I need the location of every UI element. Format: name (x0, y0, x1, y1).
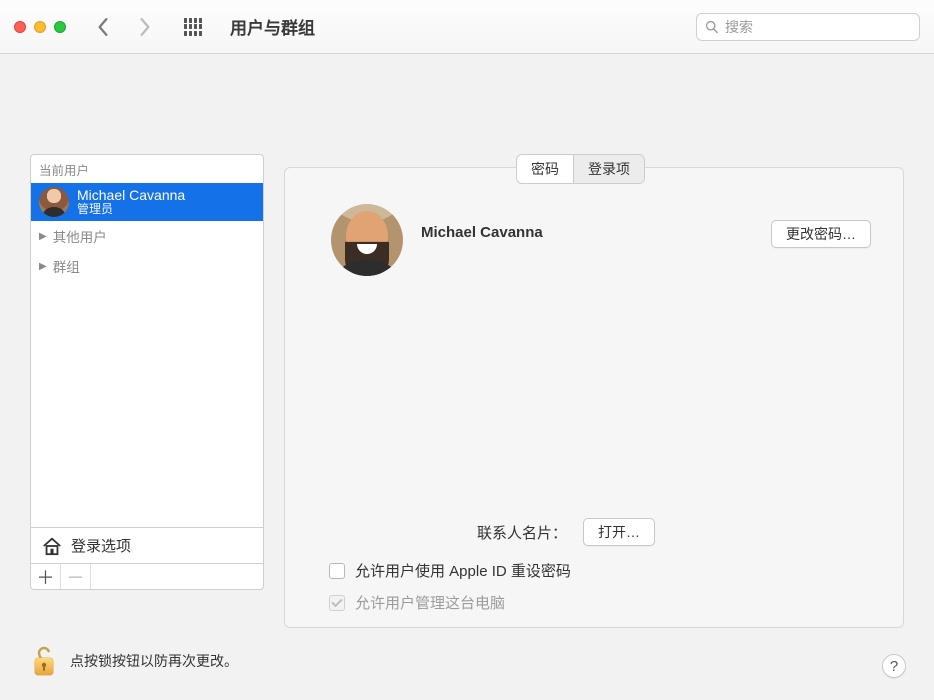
change-password-button[interactable]: 更改密码… (771, 220, 871, 248)
window-controls (14, 21, 66, 33)
user-sidebar: 当前用户 Michael Cavanna 管理员 ▶ 其他用户 ▶ 群组 登录选… (30, 154, 264, 564)
main-area: 密码 登录项 当前用户 Michael Cavanna 管理员 ▶ 其他用户 ▶… (0, 54, 934, 700)
tab-login-items[interactable]: 登录项 (574, 155, 644, 183)
checkbox-admin-computer: 允许用户管理这台电脑 (329, 592, 505, 613)
sidebar-item-groups[interactable]: ▶ 群组 (31, 251, 263, 281)
disclosure-triangle-icon: ▶ (39, 261, 47, 272)
sidebar-user-name: Michael Cavanna (77, 188, 185, 203)
checkbox-icon (329, 595, 345, 611)
footer: 点按锁按钮以防再次更改。 (30, 644, 238, 678)
close-window-button[interactable] (14, 21, 26, 33)
search-input[interactable] (725, 19, 911, 35)
help-button[interactable]: ? (882, 654, 906, 678)
zoom-window-button[interactable] (54, 21, 66, 33)
lock-hint-text: 点按锁按钮以防再次更改。 (70, 651, 238, 671)
sidebar-selected-user[interactable]: Michael Cavanna 管理员 (31, 183, 263, 221)
contacts-card-label: 联系人名片： (477, 522, 567, 543)
open-contacts-button[interactable]: 打开… (583, 518, 655, 546)
content-panel: Michael Cavanna 更改密码… 联系人名片： 打开… 允许用户使用 … (284, 167, 904, 628)
sidebar-user-role: 管理员 (77, 203, 185, 216)
unlocked-lock-icon[interactable] (30, 644, 58, 678)
sidebar-item-label: 群组 (53, 256, 80, 276)
add-user-button[interactable]: ＋ (31, 564, 61, 589)
back-button[interactable] (88, 12, 118, 42)
avatar-small (39, 187, 69, 217)
search-field[interactable] (696, 13, 920, 41)
tab-bar: 密码 登录项 (516, 154, 645, 184)
sidebar-add-remove: ＋ － (30, 564, 264, 590)
remove-user-button[interactable]: － (61, 564, 91, 589)
user-display-name: Michael Cavanna (421, 224, 543, 241)
login-options-label: 登录选项 (71, 535, 131, 556)
disclosure-triangle-icon: ▶ (39, 231, 47, 242)
checkbox-apple-id-reset[interactable]: 允许用户使用 Apple ID 重设密码 (329, 560, 571, 581)
titlebar: 用户与群组 (0, 0, 934, 54)
sidebar-item-label: 其他用户 (53, 226, 107, 246)
checkbox-label: 允许用户使用 Apple ID 重设密码 (355, 560, 571, 581)
login-options-button[interactable]: 登录选项 (31, 527, 263, 563)
search-icon (705, 20, 719, 34)
grid-icon (184, 18, 202, 36)
user-avatar[interactable] (331, 204, 403, 276)
minimize-window-button[interactable] (34, 21, 46, 33)
sidebar-header-current-user: 当前用户 (31, 155, 263, 183)
sidebar-item-other-users[interactable]: ▶ 其他用户 (31, 221, 263, 251)
window-title: 用户与群组 (230, 14, 315, 39)
checkbox-icon (329, 563, 345, 579)
checkbox-label: 允许用户管理这台电脑 (355, 592, 505, 613)
house-icon (41, 536, 63, 556)
forward-button[interactable] (130, 12, 160, 42)
show-all-button[interactable] (178, 12, 208, 42)
contacts-card-row: 联系人名片： 打开… (477, 518, 655, 546)
tab-password[interactable]: 密码 (517, 155, 574, 183)
